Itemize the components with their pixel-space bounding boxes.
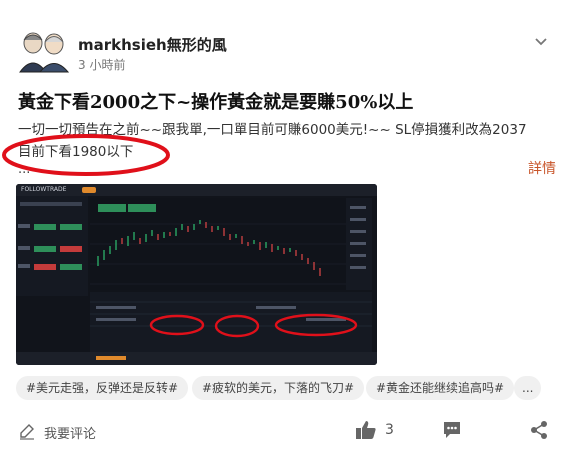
write-comment-button[interactable]: 我要评论 xyxy=(44,423,96,442)
chevron-down-icon[interactable] xyxy=(533,33,549,49)
tag-3[interactable]: #黄金还能继续追高吗# xyxy=(366,376,515,400)
share-icon[interactable] xyxy=(529,420,549,440)
tag-2[interactable]: #疲软的美元，下落的飞刀# xyxy=(192,376,365,400)
post-time: 3 小時前 xyxy=(78,58,126,72)
post-card: markhsieh無形的風 3 小時前 黃金下看2000之下~操作黃金就是要賺5… xyxy=(0,0,574,454)
tag-more[interactable]: ... xyxy=(514,376,542,400)
post-image[interactable]: FOLLOWTRADE xyxy=(16,184,377,365)
avatar[interactable] xyxy=(16,28,70,74)
chat-bubble-icon[interactable] xyxy=(442,420,462,440)
author-name[interactable]: markhsieh無形的風 xyxy=(78,34,227,55)
body-ellipsis: ... xyxy=(18,162,31,177)
like-count: 3 xyxy=(385,422,394,438)
comment-pen-icon[interactable] xyxy=(18,422,36,440)
more-link[interactable]: 詳情 xyxy=(528,158,556,178)
thumbs-up-icon[interactable] xyxy=(355,420,377,440)
tag-1[interactable]: #美元走强，反弹还是反转# xyxy=(16,376,189,400)
platform-screenshot-graphic xyxy=(16,196,377,365)
post-title[interactable]: 黃金下看2000之下~操作黃金就是要賺50%以上 xyxy=(18,88,413,114)
